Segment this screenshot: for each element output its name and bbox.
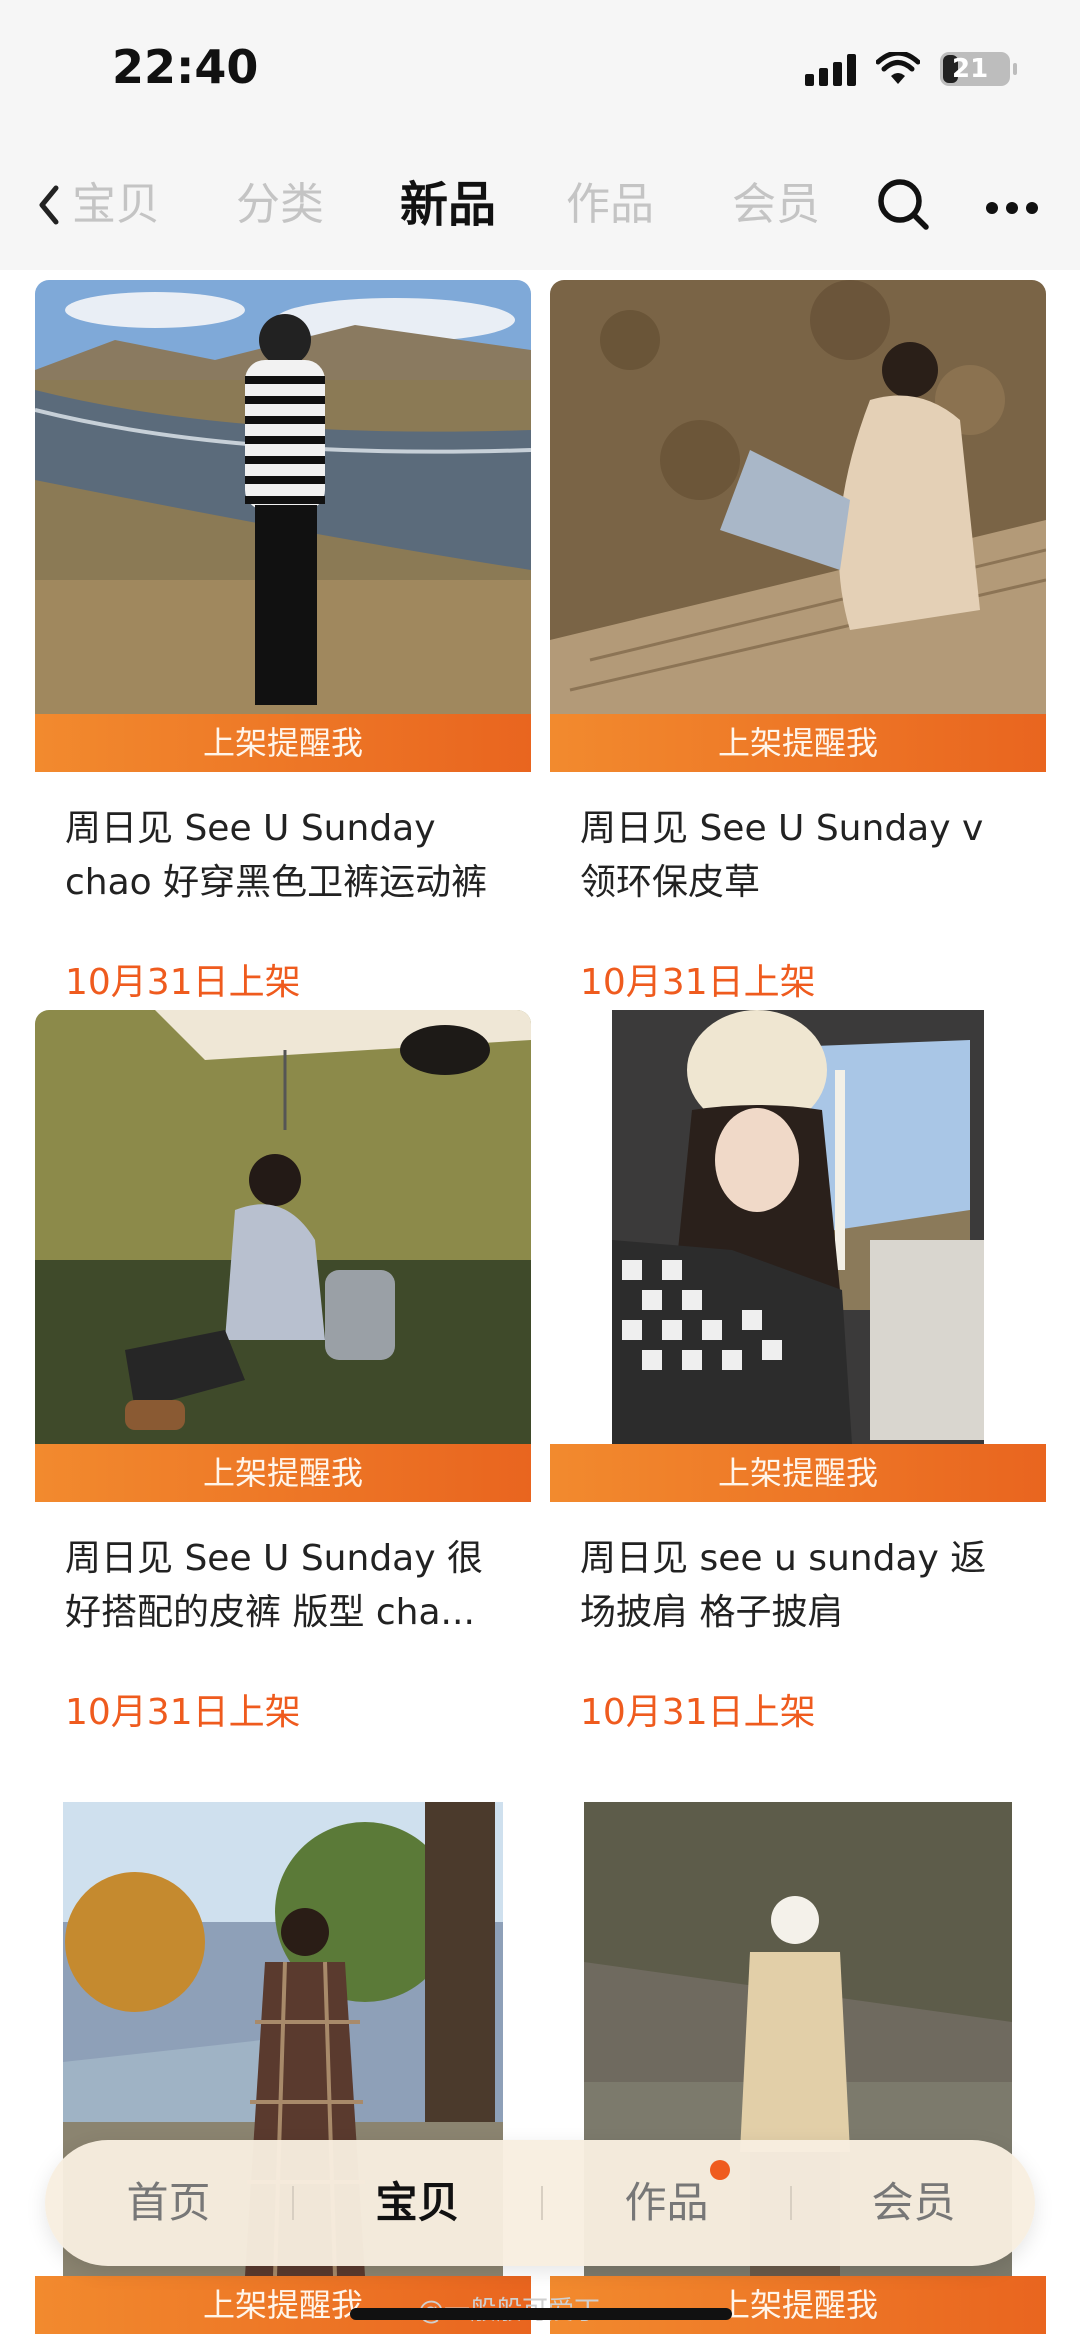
notify-me-banner[interactable]: 上架提醒我 xyxy=(35,1444,531,1502)
battery-icon: 21 xyxy=(940,52,1017,86)
status-time: 22:40 xyxy=(112,40,259,94)
tab-xinpin[interactable]: 新品 xyxy=(400,170,496,240)
signal-icon xyxy=(805,52,856,86)
back-arrow-icon[interactable] xyxy=(30,180,70,230)
notify-me-banner[interactable]: 上架提醒我 xyxy=(550,1444,1046,1502)
bottom-nav-zuopin[interactable]: 作品 xyxy=(543,2140,790,2266)
tab-baobei[interactable]: 宝贝 xyxy=(72,170,160,240)
bottom-nav-baobei[interactable]: 宝贝 xyxy=(294,2140,541,2266)
product-title[interactable]: 周日见 See U Sunday v领环保皮草 xyxy=(550,802,1046,910)
bottom-nav-huiyuan[interactable]: 会员 xyxy=(790,2140,1037,2266)
product-image[interactable] xyxy=(550,1010,1046,1444)
notify-me-banner[interactable]: 上架提醒我 xyxy=(550,2276,1046,2334)
release-date: 10月31日上架 xyxy=(580,1692,816,1733)
product-title[interactable]: 周日见 See U Sunday 很好搭配的皮裤 版型 cha... xyxy=(35,1532,531,1640)
release-date: 10月31日上架 xyxy=(65,1692,301,1733)
product-card[interactable]: 上架提醒我 周日见 see u sunday 返场披肩 格子披肩 10月31日上… xyxy=(550,1010,1046,1738)
wifi-icon xyxy=(876,52,920,84)
notification-dot xyxy=(710,2160,730,2180)
product-image[interactable] xyxy=(35,280,531,714)
product-card[interactable]: 上架提醒我 周日见 See U Sunday 很好搭配的皮裤 版型 cha...… xyxy=(35,1010,531,1738)
product-image[interactable] xyxy=(35,1010,531,1444)
product-card[interactable]: 上架提醒我 周日见 See U Sunday v领环保皮草 10月31日上架 xyxy=(550,280,1046,1008)
product-image[interactable] xyxy=(550,280,1046,714)
release-date: 10月31日上架 xyxy=(65,962,301,1003)
tab-huiyuan[interactable]: 会员 xyxy=(732,170,820,240)
product-card[interactable]: 上架提醒我 周日见 See U Sunday chao 好穿黑色卫裤运动裤 10… xyxy=(35,280,531,1008)
tab-fenlei[interactable]: 分类 xyxy=(236,170,324,240)
bottom-nav-home[interactable]: 首页 xyxy=(45,2140,292,2266)
tab-zuopin[interactable]: 作品 xyxy=(566,170,654,240)
notify-me-banner[interactable]: 上架提醒我 xyxy=(550,714,1046,772)
home-indicator[interactable] xyxy=(350,2308,732,2320)
product-title[interactable]: 周日见 see u sunday 返场披肩 格子披肩 xyxy=(550,1532,1046,1640)
store-nav-bar: 宝贝 分类 新品 作品 会员 xyxy=(0,140,1080,270)
status-bar: 22:40 21 xyxy=(0,0,1080,140)
battery-level: 21 xyxy=(952,54,989,84)
product-grid: 上架提醒我 周日见 See U Sunday chao 好穿黑色卫裤运动裤 10… xyxy=(0,270,1080,2338)
search-icon[interactable] xyxy=(873,174,933,234)
bottom-nav-bar: 首页 宝贝 作品 会员 xyxy=(45,2140,1035,2266)
notify-me-banner[interactable]: 上架提醒我 xyxy=(35,714,531,772)
product-title[interactable]: 周日见 See U Sunday chao 好穿黑色卫裤运动裤 xyxy=(35,802,531,910)
status-icons: 21 xyxy=(805,52,1017,86)
release-date: 10月31日上架 xyxy=(580,962,816,1003)
more-icon[interactable] xyxy=(982,198,1042,218)
